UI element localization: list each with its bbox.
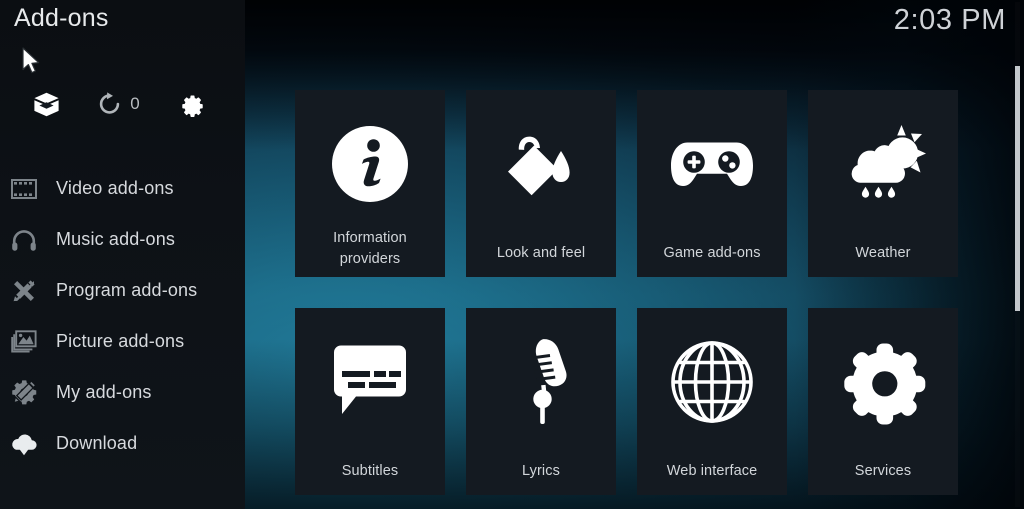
install-from-zip-button[interactable] <box>18 86 74 122</box>
tile-label: Lyrics <box>522 462 560 479</box>
sidebar-toolbar: 0 <box>0 86 245 122</box>
gear-pencil-icon <box>9 378 39 408</box>
updates-count: 0 <box>130 94 140 113</box>
tile-label: Services <box>854 462 912 479</box>
cloud-sun-rain-icon <box>833 114 933 214</box>
sidebar-item-picture-add-ons[interactable]: Picture add-ons <box>0 316 245 367</box>
tile-subtitles[interactable]: Subtitles <box>295 308 445 495</box>
tile-game-add-ons[interactable]: Game add-ons <box>637 90 787 277</box>
speech-bubble-icon <box>320 332 420 432</box>
kodi-addons-window: 2:03 PM Add-ons 0 Video add-ons Music ad… <box>0 0 1024 509</box>
tile-weather[interactable]: Weather <box>808 90 958 277</box>
film-strip-icon <box>9 174 39 204</box>
tile-label: Information providers <box>333 229 407 267</box>
sidebar-item-program-add-ons[interactable]: Program add-ons <box>0 265 245 316</box>
scrollbar-thumb[interactable] <box>1015 66 1020 311</box>
tile-information-providers[interactable]: Information providers <box>295 90 445 277</box>
sidebar-item-label: Music add-ons <box>56 229 176 249</box>
tile-label: Weather <box>855 244 911 261</box>
sidebar-item-my-add-ons[interactable]: My add-ons <box>0 367 245 418</box>
sidebar-item-label: Program add-ons <box>56 280 198 300</box>
microphone-icon <box>491 332 591 432</box>
tile-look-and-feel[interactable]: Look and feel <box>466 90 616 277</box>
gear-icon <box>833 332 933 432</box>
globe-icon <box>662 332 762 432</box>
addon-category-grid: Information providers Look and feel Game… <box>295 90 960 495</box>
tile-label: Game add-ons <box>663 244 761 261</box>
check-for-updates-button[interactable]: 0 <box>80 86 158 122</box>
sidebar-item-label: My add-ons <box>56 382 152 402</box>
picture-icon <box>9 327 39 357</box>
sidebar-item-label: Download <box>56 433 138 453</box>
sidebar-item-music-add-ons[interactable]: Music add-ons <box>0 214 245 265</box>
open-box-icon <box>33 92 60 117</box>
sidebar-item-label: Video add-ons <box>56 178 174 198</box>
cloud-download-icon <box>9 429 39 459</box>
gamepad-icon <box>662 114 762 214</box>
headphones-icon <box>9 225 39 255</box>
tile-web-interface[interactable]: Web interface <box>637 308 787 495</box>
clock: 2:03 PM <box>893 4 1006 36</box>
sidebar-item-label: Picture add-ons <box>56 331 185 351</box>
paint-bucket-icon <box>491 114 591 214</box>
sidebar-item-download[interactable]: Download <box>0 418 245 469</box>
sidebar-nav: Video add-ons Music add-ons Program add-… <box>0 163 245 469</box>
tile-lyrics[interactable]: Lyrics <box>466 308 616 495</box>
tile-label: Look and feel <box>496 244 586 261</box>
page-title: Add-ons <box>14 4 109 32</box>
mouse-cursor <box>22 47 42 82</box>
pencil-ruler-icon <box>9 276 39 306</box>
sidebar-item-video-add-ons[interactable]: Video add-ons <box>0 163 245 214</box>
tile-label: Web interface <box>666 462 758 479</box>
info-circle-icon <box>320 114 420 214</box>
tile-services[interactable]: Services <box>808 308 958 495</box>
gear-icon <box>180 92 205 117</box>
refresh-icon <box>98 92 121 116</box>
settings-button[interactable] <box>164 86 220 122</box>
tile-label: Subtitles <box>341 462 399 479</box>
